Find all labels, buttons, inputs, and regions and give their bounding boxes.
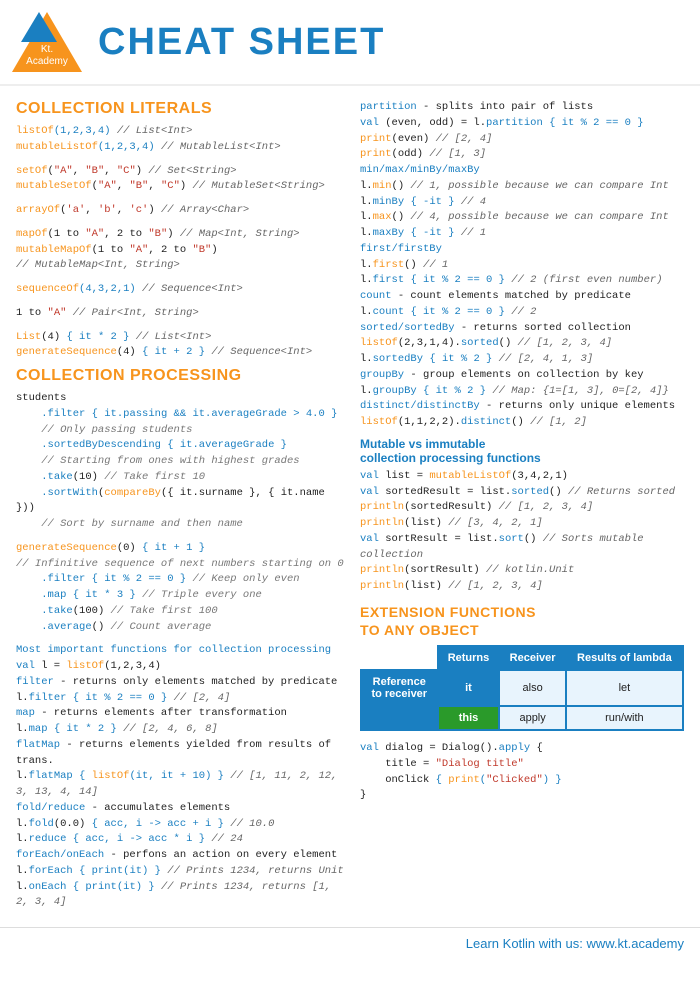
main-content: COLLECTION LITERALS listOf(1,2,3,4) // L… (0, 86, 700, 917)
ext-table: Returns Receiver Results of lambda Refer… (360, 645, 684, 731)
table-row2-col3: run/with (566, 706, 683, 730)
header: Kt. Academy CHEAT SHEET (0, 0, 700, 86)
table-row1-label: it (438, 670, 500, 706)
right-top-code: partition - splits into pair of lists va… (360, 100, 684, 431)
processing-code: students .filter { it.passing && it.aver… (16, 391, 346, 911)
footer: Learn Kotlin with us: www.kt.academy (0, 927, 700, 959)
section-literals-title: COLLECTION LITERALS (16, 100, 346, 118)
left-column: COLLECTION LITERALS listOf(1,2,3,4) // L… (16, 100, 346, 917)
logo-line1: Kt. (12, 44, 82, 56)
logo-triangle-blue (21, 12, 57, 42)
right-column: partition - splits into pair of lists va… (360, 100, 684, 917)
table-col-receiver: Receiver (499, 646, 565, 670)
table-row-header: Referenceto receiver (361, 670, 438, 706)
footer-text: Learn Kotlin with us: www.kt.academy (466, 936, 684, 951)
table-empty-header (361, 646, 438, 670)
table-col-lambda: Results of lambda (566, 646, 683, 670)
table-row2-col2: apply (499, 706, 565, 730)
table-row2-header (361, 706, 438, 730)
mutable-code: val list = mutableListOf(3,4,2,1) val so… (360, 469, 684, 595)
logo: Kt. Academy (12, 12, 82, 72)
table-col-returns: Returns (438, 646, 500, 670)
ext-functions-title: EXTENSION FUNCTIONSTO ANY OBJECT (360, 603, 684, 639)
mutable-subtitle: Mutable vs immutable collection processi… (360, 437, 684, 465)
page-title: CHEAT SHEET (98, 21, 385, 64)
logo-line2: Academy (12, 56, 82, 68)
logo-text: Kt. Academy (12, 44, 82, 68)
dialog-code: val dialog = Dialog().apply { title = "D… (360, 741, 684, 804)
table-row1-col2: also (499, 670, 565, 706)
table-row1-col3: let (566, 670, 683, 706)
table-row2-label: this (438, 706, 500, 730)
literals-code: listOf(1,2,3,4) // List<Int> mutableList… (16, 124, 346, 361)
section-processing-title: COLLECTION PROCESSING (16, 367, 346, 385)
